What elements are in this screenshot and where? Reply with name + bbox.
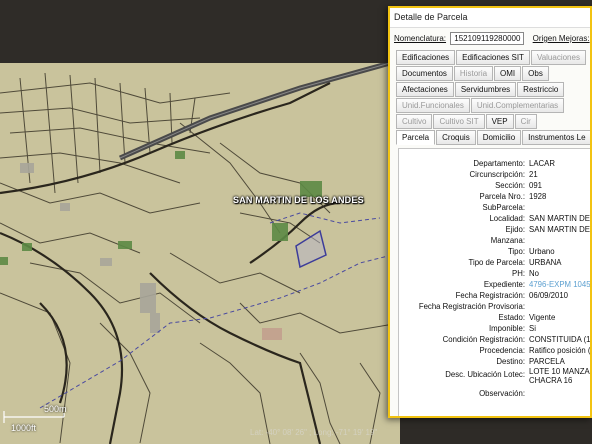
nomenclatura-field[interactable]: 152109119280000 xyxy=(450,32,525,45)
field-value: 21 xyxy=(529,170,538,179)
field-value: 091 xyxy=(529,181,543,190)
tab-unid-complementarias[interactable]: Unid.Complementarias xyxy=(470,98,565,113)
field-label: Desc. Ubicación Lotec: xyxy=(445,370,525,379)
tab-row-2: Documentos Historia OMI Obs xyxy=(396,66,550,82)
tab-afectaciones[interactable]: Afectaciones xyxy=(396,82,454,97)
field-label: Procedencia: xyxy=(479,346,525,355)
field-label: PH: xyxy=(512,269,525,278)
expediente-link[interactable]: 4796-EXPM 10456 xyxy=(529,280,590,289)
subtab-parcela[interactable]: Parcela xyxy=(396,130,436,145)
tab-cultivo-sit[interactable]: Cultivo SIT xyxy=(433,114,485,129)
field-label: Manzana: xyxy=(490,236,525,245)
field-value-line2: CHACRA 16 xyxy=(529,376,573,385)
nomenclatura-label: Nomenclatura: xyxy=(394,34,447,43)
field-label: Condición Registración: xyxy=(442,335,525,344)
tab-valuaciones[interactable]: Valuaciones xyxy=(530,50,586,65)
field-label: Sección: xyxy=(495,181,525,190)
field-value: Si xyxy=(529,324,536,333)
field-value: 06/09/2010 xyxy=(529,291,569,300)
scale-meters-label: 500m xyxy=(44,404,67,414)
tab-cir[interactable]: Cir xyxy=(514,114,537,129)
map-canvas[interactable] xyxy=(0,63,400,444)
field-label: Imponible: xyxy=(489,324,525,333)
field-value: Ratifico posición (6 xyxy=(529,346,592,355)
parcel-detail-window: Detalle de Parcela Nomenclatura: 1521091… xyxy=(388,6,592,418)
field-label: Circunscripción: xyxy=(469,170,525,179)
window-title: Detalle de Parcela xyxy=(390,8,590,28)
field-label: Destino: xyxy=(496,357,525,366)
field-value: No xyxy=(529,269,539,278)
tab-row-3: Afectaciones Servidumbres Restriccio xyxy=(396,82,565,98)
field-value: LOTE 10 MANZANA xyxy=(529,367,590,376)
field-label: Fecha Registración: xyxy=(455,291,525,300)
field-label: Expediente: xyxy=(483,280,525,289)
tab-restricciones[interactable]: Restriccio xyxy=(517,82,565,97)
tab-vep[interactable]: VEP xyxy=(485,114,514,129)
field-value: Vigente xyxy=(529,313,556,322)
field-value: Urbano xyxy=(529,247,555,256)
subtab-domicilio[interactable]: Domicilio xyxy=(476,130,522,145)
field-value: SAN MARTIN DE LO xyxy=(529,225,590,234)
tab-obs[interactable]: Obs xyxy=(522,66,549,81)
field-label: Parcela Nro.: xyxy=(479,192,526,201)
origen-mejoras-label: Origen Mejoras: xyxy=(532,34,590,43)
map-place-label: SAN MARTIN DE LOS ANDES xyxy=(233,195,364,205)
tab-row-1: Edificaciones Edificaciones SIT Valuacio… xyxy=(396,50,587,66)
field-label: Ejido: xyxy=(505,225,525,234)
subtab-croquis[interactable]: Croquis xyxy=(436,130,476,145)
field-value: SAN MARTIN DE LO xyxy=(529,214,590,223)
tab-servidumbres[interactable]: Servidumbres xyxy=(454,82,517,97)
tab-historia[interactable]: Historia xyxy=(453,66,494,81)
field-label: Estado: xyxy=(498,313,525,322)
header-row: Nomenclatura: 152109119280000 Origen Mej… xyxy=(394,32,590,45)
tab-unid-funcionales[interactable]: Unid.Funcionales xyxy=(396,98,470,113)
tab-documentos[interactable]: Documentos xyxy=(396,66,453,81)
subtab-instrumentos[interactable]: Instrumentos Le xyxy=(522,130,590,145)
scale-feet-label: 1000ft xyxy=(11,423,37,433)
field-label: Fecha Registración Provisoria: xyxy=(418,302,525,311)
coordinate-readout: Lat: -40° 08' 26" ; Long: -71° 19' 19" xyxy=(250,428,378,437)
field-value: LACAR xyxy=(529,159,555,168)
field-label: Observación: xyxy=(479,389,525,398)
tab-edificaciones[interactable]: Edificaciones xyxy=(396,50,456,65)
field-label: Tipo de Parcela: xyxy=(468,258,526,267)
field-value: URBANA xyxy=(529,258,562,267)
field-value: PARCELA xyxy=(529,357,565,366)
parcel-detail-fields: Departamento: LACAR Circunscripción: 21 Se… xyxy=(398,148,592,416)
tab-cultivo[interactable]: Cultivo xyxy=(396,114,433,129)
map-view[interactable]: SAN MARTIN DE LOS ANDES 500m 1000ft Lat:… xyxy=(0,63,400,444)
tab-edificaciones-sit[interactable]: Edificaciones SIT xyxy=(456,50,530,65)
tab-row-4: Unid.Funcionales Unid.Complementarias xyxy=(396,98,565,114)
field-label: Localidad: xyxy=(489,214,525,223)
field-label: Departamento: xyxy=(473,159,525,168)
field-value: CONSTITUIDA (1) xyxy=(529,335,592,344)
parcel-subtabs: Parcela Croquis Domicilio Instrumentos L… xyxy=(396,130,590,146)
tab-row-5: Cultivo Cultivo SIT VEP Cir xyxy=(396,114,538,130)
tab-omi[interactable]: OMI xyxy=(494,66,522,81)
field-label: SubParcela: xyxy=(482,203,525,212)
field-value: 1928 xyxy=(529,192,547,201)
field-label: Tipo: xyxy=(507,247,525,256)
